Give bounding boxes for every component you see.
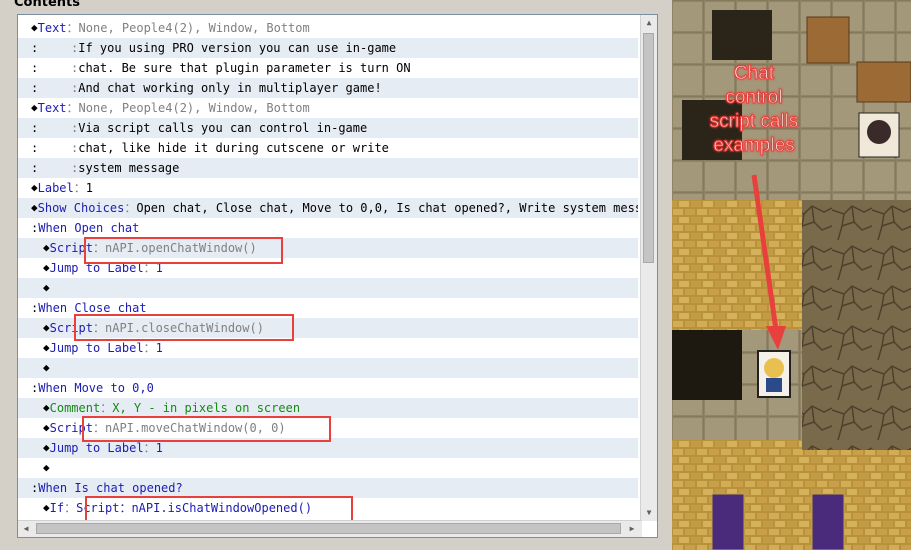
command-row[interactable]: ◆Text：None, People4(2), Window, Bottom xyxy=(18,18,638,38)
scroll-right-icon[interactable]: ▶ xyxy=(624,521,640,537)
highlight-box-close xyxy=(74,314,294,341)
command-name: Comment xyxy=(49,401,101,415)
vertical-scroll-thumb[interactable] xyxy=(643,33,654,263)
diamond-icon: ◆ xyxy=(31,181,38,194)
contents-title: Contents xyxy=(14,0,80,10)
command-row[interactable]: ◆Text：None, People4(2), Window, Bottom xyxy=(18,98,638,118)
annotation-line-1: Chat xyxy=(733,63,775,85)
command-text: chat, like hide it during cutscene or wr… xyxy=(78,141,389,155)
command-name: Text xyxy=(37,21,67,35)
annotation-label: Chat control script calls examples xyxy=(694,62,814,158)
diamond-icon: ◆ xyxy=(43,421,50,434)
command-name: Text xyxy=(37,101,67,115)
command-row[interactable]: ::system message xyxy=(18,158,638,178)
diamond-icon: ◆ xyxy=(31,21,38,34)
command-row[interactable]: ◆Jump to Label：1 xyxy=(18,338,638,358)
command-name: Show Choices xyxy=(37,201,125,215)
command-text: 1 xyxy=(155,441,163,455)
command-row[interactable]: ◆ xyxy=(18,358,638,378)
horizontal-scroll-thumb[interactable] xyxy=(36,523,621,534)
horizontal-scrollbar[interactable]: ◀ ▶ xyxy=(18,520,642,537)
command-text: None, People4(2), Window, Bottom xyxy=(78,101,310,115)
event-editor-panel: Contents ◆Text：None, People4(2), Window,… xyxy=(0,0,672,550)
command-row[interactable]: ◆Show Choices：Open chat, Close chat, Mov… xyxy=(18,198,638,218)
command-rows: ◆Text：None, People4(2), Window, Bottom::… xyxy=(18,18,638,518)
command-text: Via script calls you can control in-game xyxy=(78,121,368,135)
scroll-up-icon[interactable]: ▲ xyxy=(641,15,657,31)
command-row[interactable]: :When Open chat xyxy=(18,218,638,238)
diamond-icon: ◆ xyxy=(43,321,50,334)
command-separator: ： xyxy=(64,501,77,515)
annotation-line-3: script calls xyxy=(709,111,799,133)
vertical-scrollbar[interactable]: ▲ ▼ xyxy=(640,15,657,521)
continuation-colon: : xyxy=(31,41,39,55)
command-row[interactable]: ::Via script calls you can control in-ga… xyxy=(18,118,638,138)
diamond-icon: ◆ xyxy=(43,401,50,414)
annotation-line-4: examples xyxy=(713,135,795,157)
diamond-icon: ◆ xyxy=(43,341,50,354)
command-text: 1 xyxy=(85,181,93,195)
command-separator: ： xyxy=(100,401,113,415)
highlight-box-open xyxy=(84,237,283,264)
command-row[interactable]: ◆Comment：X, Y - in pixels on screen xyxy=(18,398,638,418)
command-text: system message xyxy=(78,161,180,175)
command-row[interactable]: ◆ xyxy=(18,458,638,478)
command-name: Jump to Label xyxy=(49,441,144,455)
scroll-left-icon[interactable]: ◀ xyxy=(18,521,34,537)
continuation-colon: : xyxy=(31,81,39,95)
command-separator: ： xyxy=(143,441,156,455)
command-row[interactable]: ◆Label：1 xyxy=(18,178,638,198)
command-row[interactable]: ::chat. Be sure that plugin parameter is… xyxy=(18,58,638,78)
command-text: If you using PRO version you can use in-… xyxy=(78,41,397,55)
branch-label: When Is chat opened? xyxy=(38,481,183,495)
diamond-icon: ◆ xyxy=(43,241,50,254)
command-name: Label xyxy=(37,181,74,195)
annotation-line-2: control xyxy=(725,87,783,109)
command-row[interactable]: ::If you using PRO version you can use i… xyxy=(18,38,638,58)
command-text: And chat working only in multiplayer gam… xyxy=(78,81,382,95)
map-preview: Chat control script calls examples xyxy=(672,0,911,550)
branch-label: When Open chat xyxy=(38,221,140,235)
command-text: X, Y - in pixels on screen xyxy=(112,401,301,415)
command-separator: ： xyxy=(143,341,156,355)
command-row[interactable]: :When Move to 0,0 xyxy=(18,378,638,398)
command-name: If xyxy=(49,501,65,515)
command-text: 1 xyxy=(155,341,163,355)
diamond-icon: ◆ xyxy=(43,501,50,514)
command-row[interactable]: ::chat, like hide it during cutscene or … xyxy=(18,138,638,158)
branch-label: When Move to 0,0 xyxy=(38,381,154,395)
command-separator: ： xyxy=(66,21,79,35)
diamond-icon: ◆ xyxy=(43,441,50,454)
command-separator: ： xyxy=(124,201,137,215)
diamond-icon: ◆ xyxy=(31,101,38,114)
command-separator: ： xyxy=(73,181,86,195)
diamond-icon: ◆ xyxy=(43,461,50,474)
scroll-down-icon[interactable]: ▼ xyxy=(641,505,657,521)
command-row[interactable]: ◆ xyxy=(18,278,638,298)
command-separator: ： xyxy=(66,101,79,115)
continuation-colon: : xyxy=(31,121,39,135)
continuation-colon: : xyxy=(31,141,39,155)
command-name: Jump to Label xyxy=(49,341,144,355)
diamond-icon: ◆ xyxy=(31,201,38,214)
command-text: chat. Be sure that plugin parameter is t… xyxy=(78,61,411,75)
event-command-list[interactable]: ◆Text：None, People4(2), Window, Bottom::… xyxy=(17,14,658,538)
continuation-colon: : xyxy=(31,161,39,175)
command-row[interactable]: :When Is chat opened? xyxy=(18,478,638,498)
diamond-icon: ◆ xyxy=(43,261,50,274)
continuation-colon: : xyxy=(31,61,39,75)
command-row[interactable]: ::And chat working only in multiplayer g… xyxy=(18,78,638,98)
diamond-icon: ◆ xyxy=(43,281,50,294)
branch-label: When Close chat xyxy=(38,301,147,315)
command-text: None, People4(2), Window, Bottom xyxy=(78,21,310,35)
diamond-icon: ◆ xyxy=(43,361,50,374)
highlight-box-move xyxy=(82,416,331,442)
command-text: Open chat, Close chat, Move to 0,0, Is c… xyxy=(136,201,638,215)
